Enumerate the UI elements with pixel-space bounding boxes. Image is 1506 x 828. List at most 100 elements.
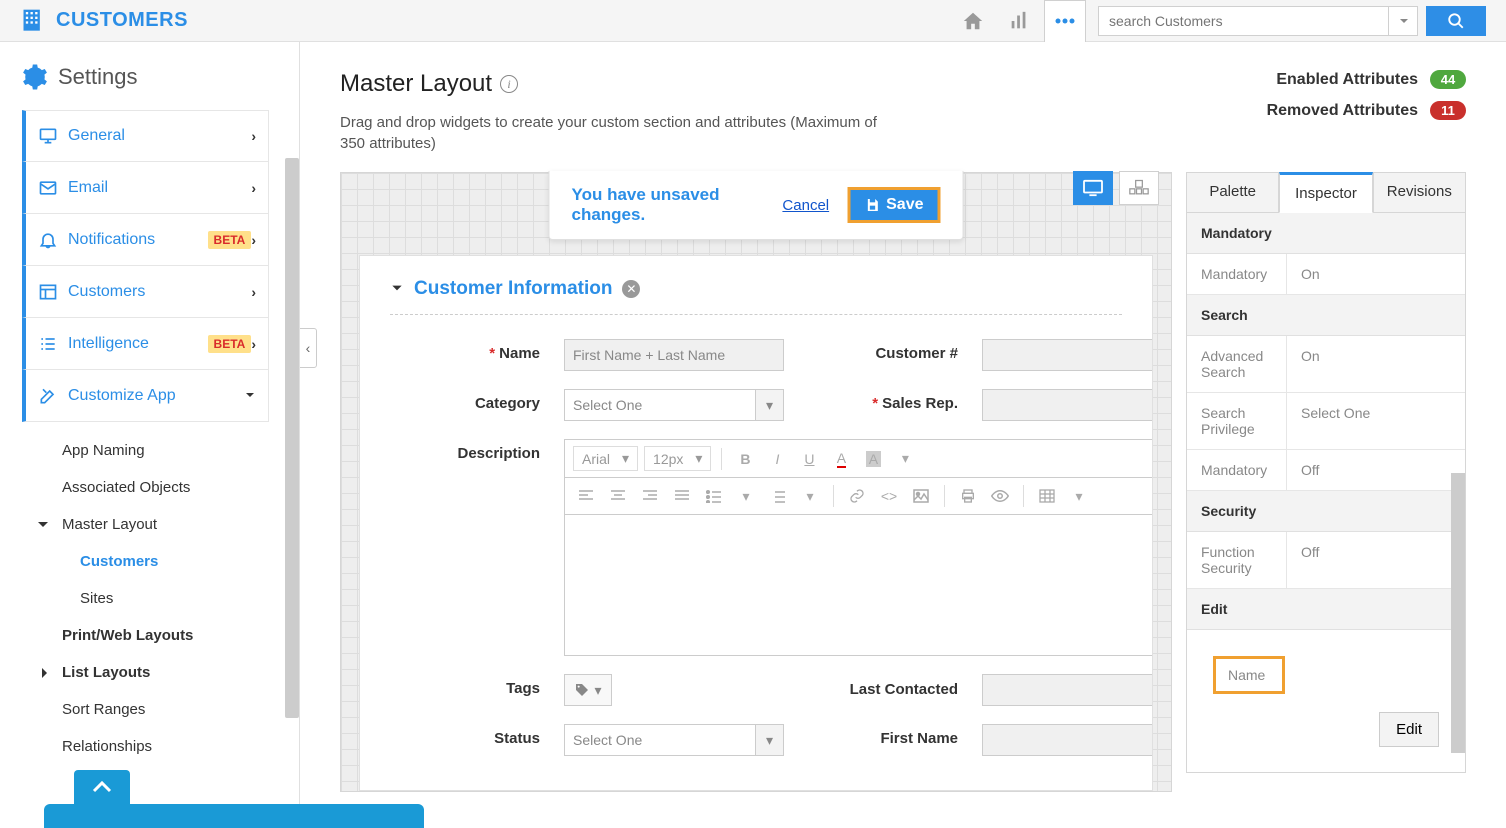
table-icon[interactable] [1034, 484, 1060, 508]
name-input[interactable]: First Name + Last Name [564, 339, 784, 371]
tab-palette[interactable]: Palette [1186, 172, 1279, 213]
preview-icon[interactable] [987, 484, 1013, 508]
stats-icon[interactable] [998, 0, 1040, 42]
desktop-view-button[interactable] [1073, 171, 1113, 205]
bold-icon[interactable]: B [732, 447, 758, 471]
subnav-print-web[interactable]: Print/Web Layouts [36, 617, 269, 654]
tags-button[interactable]: ▾ [564, 674, 612, 706]
unsaved-message: You have unsaved changes. [572, 185, 765, 225]
sidebar-title: Settings [58, 64, 138, 90]
align-justify-icon[interactable] [669, 484, 695, 508]
search-dropdown-icon[interactable] [1388, 6, 1418, 36]
home-icon[interactable] [952, 0, 994, 42]
align-left-icon[interactable] [573, 484, 599, 508]
search-input[interactable] [1098, 6, 1418, 36]
edit-button[interactable]: Edit [1379, 712, 1439, 747]
inspector-row-search-mandatory[interactable]: Mandatory Off [1187, 450, 1465, 491]
list-icon [38, 334, 60, 354]
enabled-attributes: Enabled Attributes 44 [1267, 70, 1466, 89]
description-richtext[interactable]: Arial▾ 12px▾ B I U A A ▾ [564, 439, 1153, 656]
sidebar-item-notifications[interactable]: Notifications BETA › [22, 214, 269, 266]
bullet-list-icon[interactable] [701, 484, 727, 508]
status-select[interactable]: Select One ▾ [564, 724, 784, 756]
tab-inspector[interactable]: Inspector [1279, 172, 1372, 213]
sidebar-scrollbar[interactable] [285, 158, 299, 718]
print-icon[interactable] [955, 484, 981, 508]
field-label-first-name: First Name [808, 724, 958, 747]
subnav-sites[interactable]: Sites [36, 580, 269, 617]
inspector-row-func-security[interactable]: Function Security Off [1187, 532, 1465, 589]
chevron-down-icon[interactable]: ▾ [892, 447, 918, 471]
rte-toolbar-row-1: Arial▾ 12px▾ B I U A A ▾ [565, 440, 1153, 478]
help-widget[interactable] [44, 770, 424, 828]
info-icon[interactable]: i [500, 75, 518, 93]
cancel-link[interactable]: Cancel [782, 197, 829, 214]
align-center-icon[interactable] [605, 484, 631, 508]
monitor-icon [38, 126, 60, 146]
inspector-row-search-priv[interactable]: Search Privilege Select One [1187, 393, 1465, 450]
tab-revisions[interactable]: Revisions [1373, 172, 1466, 213]
underline-icon[interactable]: U [796, 447, 822, 471]
italic-icon[interactable]: I [764, 447, 790, 471]
remove-section-icon[interactable]: ✕ [622, 280, 640, 298]
inspector-group-edit: Edit [1187, 589, 1465, 630]
subnav-associated-objects[interactable]: Associated Objects [36, 469, 269, 506]
gear-icon [22, 64, 48, 90]
inspector-row-mandatory[interactable]: Mandatory On [1187, 254, 1465, 295]
chevron-down-icon[interactable]: ▾ [733, 484, 759, 508]
last-contacted-input[interactable] [982, 674, 1153, 706]
rte-font-select[interactable]: Arial▾ [573, 446, 638, 471]
page-title: Master Layout i [340, 70, 1267, 98]
save-icon [864, 197, 880, 213]
layout-canvas[interactable]: You have unsaved changes. Cancel Save [340, 172, 1172, 792]
panel-scrollbar[interactable] [1451, 473, 1465, 753]
rte-size-select[interactable]: 12px▾ [644, 446, 711, 471]
sales-rep-lookup[interactable] [982, 389, 1153, 421]
subnav-master-layout[interactable]: Master Layout [36, 506, 269, 543]
highlight-icon[interactable]: A [860, 447, 886, 471]
field-label-name: *Name [390, 339, 540, 362]
sidebar-item-customers[interactable]: Customers › [22, 266, 269, 318]
beta-badge: BETA [208, 335, 252, 353]
chevron-up-icon[interactable] [74, 770, 130, 804]
subnav-app-naming[interactable]: App Naming [36, 432, 269, 469]
subnav-list-layouts[interactable]: List Layouts [36, 654, 269, 691]
code-icon[interactable]: <> [876, 484, 902, 508]
tools-icon [38, 386, 60, 406]
link-icon[interactable] [844, 484, 870, 508]
subnav-customers[interactable]: Customers [36, 543, 269, 580]
subnav-sort-ranges[interactable]: Sort Ranges [36, 691, 269, 728]
field-label-category: Category [390, 389, 540, 412]
sidebar: Settings General › Email › Notifications… [0, 42, 300, 820]
bell-icon [38, 230, 60, 250]
more-icon[interactable] [1044, 0, 1086, 42]
grid-view-button[interactable] [1119, 171, 1159, 205]
collapse-section-icon[interactable] [390, 281, 404, 298]
app-logo[interactable]: CUSTOMERS [20, 5, 188, 36]
numbered-list-icon[interactable] [765, 484, 791, 508]
first-name-input[interactable] [982, 724, 1153, 756]
customer-no-input[interactable] [982, 339, 1153, 371]
image-icon[interactable] [908, 484, 934, 508]
collapse-sidebar-button[interactable]: ‹ [300, 328, 317, 368]
chevron-down-icon[interactable]: ▾ [1066, 484, 1092, 508]
sidebar-item-intelligence[interactable]: Intelligence BETA › [22, 318, 269, 370]
save-button[interactable]: Save [847, 187, 940, 223]
category-select[interactable]: Select One ▾ [564, 389, 784, 421]
sidebar-item-general[interactable]: General › [22, 110, 269, 162]
chevron-right-icon: › [251, 180, 256, 196]
sidebar-item-customize-app[interactable]: Customize App [22, 370, 269, 422]
layout-icon [38, 282, 60, 302]
subnav-relationships[interactable]: Relationships [36, 728, 269, 765]
edit-name-field[interactable]: Name [1213, 656, 1285, 694]
enabled-count-badge: 44 [1430, 70, 1466, 89]
chevron-down-icon[interactable]: ▾ [797, 484, 823, 508]
align-right-icon[interactable] [637, 484, 663, 508]
rte-body[interactable] [565, 515, 1153, 655]
removed-attributes: Removed Attributes 11 [1267, 101, 1466, 120]
sidebar-item-email[interactable]: Email › [22, 162, 269, 214]
beta-badge: BETA [208, 231, 252, 249]
text-color-icon[interactable]: A [828, 447, 854, 471]
inspector-row-adv-search[interactable]: Advanced Search On [1187, 336, 1465, 393]
search-button[interactable] [1426, 6, 1486, 36]
